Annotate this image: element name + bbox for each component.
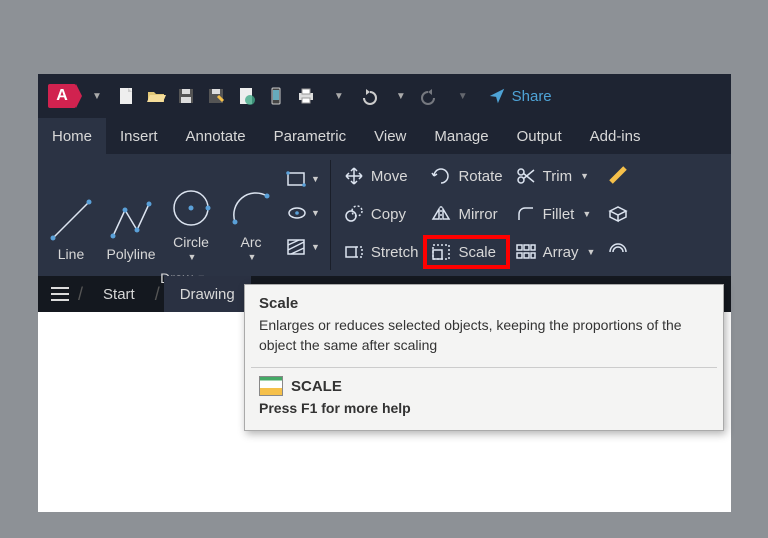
draw-panel: Line Polyline Circle▼ Arc▼ ▼ ▼ ▼ — [38, 154, 328, 276]
tooltip-command-row: SCALE — [245, 368, 723, 398]
polyline-icon — [107, 196, 155, 244]
web-open-icon[interactable] — [234, 84, 258, 108]
explode-icon — [607, 204, 629, 224]
tooltip-command: SCALE — [291, 378, 342, 395]
panel-separator — [330, 160, 331, 270]
tab-output[interactable]: Output — [503, 118, 576, 154]
erase-button[interactable] — [603, 162, 633, 190]
app-menu-caret[interactable]: ▼ — [92, 91, 102, 102]
move-icon — [343, 166, 365, 186]
tooltip-title: Scale — [245, 285, 723, 316]
share-label: Share — [512, 88, 552, 105]
print-icon[interactable] — [294, 84, 318, 108]
share-button[interactable]: Share — [488, 87, 552, 105]
fillet-icon — [515, 204, 537, 224]
arc-button[interactable]: Arc▼ — [222, 160, 280, 266]
hamburger-icon[interactable] — [46, 280, 74, 308]
save-icon[interactable] — [174, 84, 198, 108]
scale-icon — [430, 242, 452, 262]
copy-icon — [343, 204, 365, 224]
tab-view[interactable]: View — [360, 118, 420, 154]
arc-label: Arc — [241, 234, 262, 250]
trim-icon — [515, 166, 537, 186]
tooltip-help: Press F1 for more help — [245, 398, 723, 430]
rotate-icon — [430, 166, 452, 186]
saveas-icon[interactable] — [204, 84, 228, 108]
tooltip: Scale Enlarges or reduces selected objec… — [244, 284, 724, 431]
circle-label: Circle — [173, 234, 209, 250]
modify-panel: Move Copy Stretch Rotate Mirror Scale Tr… — [333, 154, 638, 276]
move-button[interactable]: Move — [339, 162, 423, 190]
tooltip-description: Enlarges or reduces selected objects, ke… — [245, 316, 723, 367]
menu-bar: Home Insert Annotate Parametric View Man… — [38, 118, 731, 154]
scale-button[interactable]: Scale — [426, 238, 506, 266]
fillet-button[interactable]: Fillet▼ — [511, 200, 600, 228]
tab-start[interactable]: Start — [87, 276, 151, 312]
line-button[interactable]: Line — [42, 160, 100, 266]
undo-icon[interactable] — [356, 84, 380, 108]
ellipse-icon — [286, 203, 308, 223]
ribbon: Line Polyline Circle▼ Arc▼ ▼ ▼ ▼ — [38, 154, 731, 276]
rectangle-icon — [286, 169, 308, 189]
tab-divider: / — [155, 284, 160, 305]
offset-button[interactable] — [603, 238, 633, 266]
command-icon — [259, 376, 283, 396]
hatch-button[interactable]: ▼ — [286, 234, 320, 260]
tab-drawing[interactable]: Drawing — [164, 276, 251, 312]
mobile-save-icon[interactable] — [264, 84, 288, 108]
stretch-icon — [343, 242, 365, 262]
trim-button[interactable]: Trim▼ — [511, 162, 600, 190]
polyline-label: Polyline — [106, 246, 155, 262]
rectangle-button[interactable]: ▼ — [286, 166, 320, 192]
redo-icon[interactable] — [418, 84, 442, 108]
tab-addins[interactable]: Add-ins — [576, 118, 655, 154]
share-icon — [488, 87, 506, 105]
circle-button[interactable]: Circle▼ — [162, 160, 220, 266]
copy-button[interactable]: Copy — [339, 200, 423, 228]
new-icon[interactable] — [114, 84, 138, 108]
polyline-button[interactable]: Polyline — [102, 160, 160, 266]
app-logo[interactable]: A — [48, 84, 76, 108]
undo-caret[interactable]: ▼ — [396, 91, 406, 102]
line-icon — [47, 196, 95, 244]
array-button[interactable]: Array▼ — [511, 238, 600, 266]
hatch-icon — [286, 237, 308, 257]
print-caret[interactable]: ▼ — [334, 91, 344, 102]
redo-caret[interactable]: ▼ — [458, 91, 468, 102]
tab-manage[interactable]: Manage — [420, 118, 502, 154]
array-icon — [515, 242, 537, 262]
rotate-button[interactable]: Rotate — [426, 162, 506, 190]
mirror-button[interactable]: Mirror — [426, 200, 506, 228]
stretch-button[interactable]: Stretch — [339, 238, 423, 266]
title-bar: A ▼ ▼ ▼ ▼ Share — [38, 74, 731, 118]
tab-insert[interactable]: Insert — [106, 118, 172, 154]
tab-parametric[interactable]: Parametric — [260, 118, 361, 154]
tab-annotate[interactable]: Annotate — [172, 118, 260, 154]
arc-icon — [227, 184, 275, 232]
open-icon[interactable] — [144, 84, 168, 108]
line-label: Line — [58, 246, 84, 262]
erase-icon — [607, 166, 629, 186]
offset-icon — [607, 242, 629, 262]
circle-icon — [167, 184, 215, 232]
ellipse-button[interactable]: ▼ — [286, 200, 320, 226]
tab-home[interactable]: Home — [38, 118, 106, 154]
mirror-icon — [430, 204, 452, 224]
tab-divider: / — [78, 284, 83, 305]
explode-button[interactable] — [603, 200, 633, 228]
